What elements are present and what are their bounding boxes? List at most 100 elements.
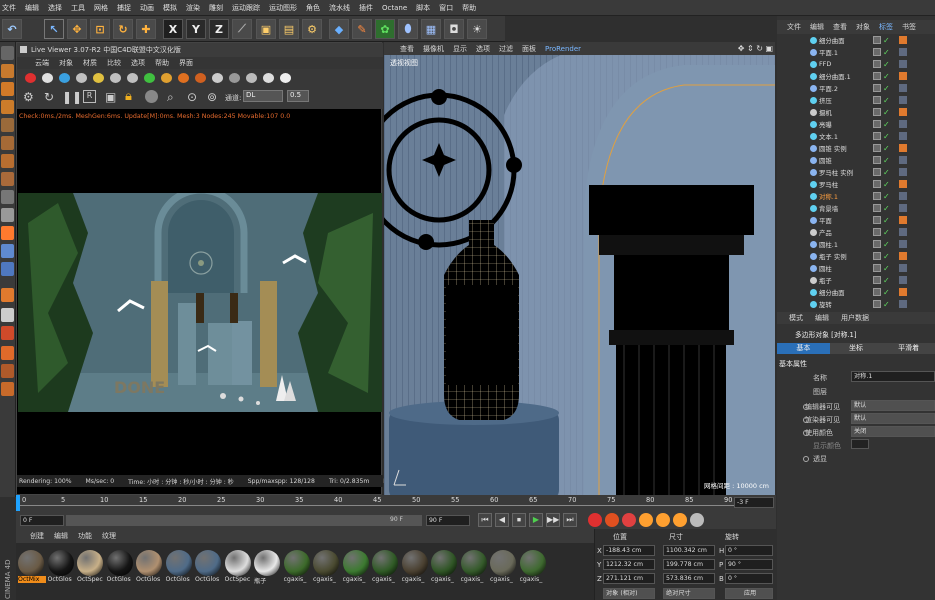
layer-checkbox[interactable] bbox=[873, 240, 881, 248]
material-swatch[interactable] bbox=[460, 550, 487, 576]
layer-checkbox[interactable] bbox=[873, 84, 881, 92]
layer-checkbox[interactable] bbox=[873, 156, 881, 164]
radio-color[interactable] bbox=[803, 430, 809, 436]
visible-check-icon[interactable]: ✓ bbox=[883, 168, 890, 177]
keyframe-button-icon[interactable] bbox=[605, 513, 619, 527]
playback-button-icon[interactable]: ▶▶ bbox=[546, 513, 560, 527]
apply-button[interactable]: 应用 bbox=[725, 588, 773, 599]
region-icon[interactable]: R bbox=[83, 90, 96, 103]
attr-editor-select[interactable]: 默认 bbox=[851, 400, 935, 411]
layer-checkbox[interactable] bbox=[873, 96, 881, 104]
object-row[interactable]: 圆柱.1 ✓ bbox=[777, 238, 935, 250]
layer-checkbox[interactable] bbox=[873, 108, 881, 116]
enable-axis-icon[interactable] bbox=[1, 190, 14, 204]
pick-icon[interactable]: ⌕ bbox=[167, 90, 174, 105]
zoom-field[interactable]: 0.5 bbox=[287, 90, 309, 102]
select-arrow-icon[interactable]: ↖ bbox=[44, 19, 64, 39]
viewport-menu-item[interactable]: 过滤 bbox=[499, 44, 513, 54]
object-row[interactable]: 对称.1 ✓ bbox=[777, 190, 935, 202]
obj-tab[interactable]: 编辑 bbox=[810, 22, 824, 32]
tag-icon[interactable] bbox=[899, 84, 907, 92]
layer-checkbox[interactable] bbox=[873, 228, 881, 236]
menu-item[interactable]: 运动跟踪 bbox=[232, 3, 260, 13]
visible-check-icon[interactable]: ✓ bbox=[883, 228, 890, 237]
grid-icon[interactable] bbox=[1, 244, 14, 258]
sphere-icon[interactable] bbox=[145, 90, 158, 103]
object-row[interactable]: 细分曲面 ✓ bbox=[777, 286, 935, 298]
viewport-menu-item[interactable]: 面板 bbox=[522, 44, 536, 54]
render-picture-icon[interactable]: ▤ bbox=[279, 19, 299, 39]
subdivide-icon[interactable]: ✿ bbox=[375, 19, 395, 39]
menu-item[interactable]: 雕刻 bbox=[209, 3, 223, 13]
tag-icon[interactable] bbox=[899, 96, 907, 104]
size-y-field[interactable]: 199.778 cm bbox=[663, 559, 715, 570]
tag-icon[interactable] bbox=[899, 132, 907, 140]
layer-checkbox[interactable] bbox=[873, 180, 881, 188]
channel-select[interactable]: DL bbox=[243, 90, 283, 102]
menu-item[interactable]: 帮助 bbox=[462, 3, 476, 13]
lock-icon[interactable]: 🔒︎ bbox=[125, 89, 132, 104]
lv-tool-icon[interactable] bbox=[127, 73, 138, 83]
tag-icon[interactable] bbox=[899, 48, 907, 56]
menu-item[interactable]: Octane bbox=[382, 4, 407, 12]
material-swatch[interactable] bbox=[224, 550, 251, 576]
layer-checkbox[interactable] bbox=[873, 60, 881, 68]
menu-item[interactable]: 脚本 bbox=[416, 3, 430, 13]
playback-button-icon[interactable]: ◀ bbox=[495, 513, 509, 527]
playhead[interactable] bbox=[16, 495, 20, 511]
visible-check-icon[interactable]: ✓ bbox=[883, 72, 890, 81]
layer-checkbox[interactable] bbox=[873, 288, 881, 296]
layer-checkbox[interactable] bbox=[873, 216, 881, 224]
perspective-viewport[interactable]: 查看 摄像机 显示 选项 过滤 面板 ProRender ✥ ⇕ ↻ ▣ 透视视… bbox=[384, 42, 775, 495]
workplane-icon[interactable] bbox=[1, 100, 14, 114]
frame-range-slider[interactable] bbox=[66, 515, 422, 526]
visible-check-icon[interactable]: ✓ bbox=[883, 120, 890, 129]
keyframe-button-icon[interactable] bbox=[639, 513, 653, 527]
pen-icon[interactable]: ✎ bbox=[352, 19, 372, 39]
obj-tab[interactable]: 文件 bbox=[787, 22, 801, 32]
keyframe-button-icon[interactable] bbox=[673, 513, 687, 527]
sr-icon[interactable] bbox=[1, 326, 14, 340]
stop-icon[interactable] bbox=[1, 346, 14, 360]
layer-checkbox[interactable] bbox=[873, 276, 881, 284]
layer-checkbox[interactable] bbox=[873, 192, 881, 200]
edges-mode-icon[interactable] bbox=[1, 136, 14, 150]
tag-icon[interactable] bbox=[899, 156, 907, 164]
polygons-mode-icon[interactable] bbox=[1, 154, 14, 168]
material-swatch[interactable] bbox=[401, 550, 428, 576]
radio-render[interactable] bbox=[803, 417, 809, 423]
visible-check-icon[interactable]: ✓ bbox=[883, 96, 890, 105]
light-icon[interactable]: ☀ bbox=[467, 19, 487, 39]
attr-color-select[interactable]: 关闭 bbox=[851, 426, 935, 437]
material-swatch[interactable] bbox=[165, 550, 192, 576]
visible-check-icon[interactable]: ✓ bbox=[883, 192, 890, 201]
tag-icon[interactable] bbox=[899, 180, 907, 188]
object-row[interactable]: FFD ✓ bbox=[777, 58, 935, 70]
playback-button-icon[interactable]: ⏭ bbox=[563, 513, 577, 527]
object-row[interactable]: 圆锥 ✓ bbox=[777, 154, 935, 166]
visible-check-icon[interactable]: ✓ bbox=[883, 60, 890, 69]
lv-tool-icon[interactable] bbox=[110, 73, 121, 83]
lv-tool-icon[interactable] bbox=[25, 73, 36, 83]
pause-icon[interactable]: ❚❚ bbox=[62, 90, 82, 104]
size-mode-select[interactable]: 绝对尺寸 bbox=[663, 588, 715, 599]
menu-item[interactable]: 选择 bbox=[48, 3, 62, 13]
attr-render-select[interactable]: 默认 bbox=[851, 413, 935, 424]
lv-menu-item[interactable]: 帮助 bbox=[155, 58, 169, 68]
visible-check-icon[interactable]: ✓ bbox=[883, 84, 890, 93]
attr-tab[interactable]: 编辑 bbox=[815, 313, 829, 323]
lock-icon[interactable] bbox=[1, 262, 14, 276]
move2-icon[interactable]: ✚ bbox=[136, 19, 156, 39]
tag-icon[interactable] bbox=[899, 168, 907, 176]
lv-menu-item[interactable]: 材质 bbox=[83, 58, 97, 68]
material-swatch[interactable] bbox=[372, 550, 398, 576]
camera-icon[interactable]: ◘ bbox=[444, 19, 464, 39]
lv-tool-icon[interactable] bbox=[280, 73, 291, 83]
menu-item[interactable]: 网格 bbox=[94, 3, 108, 13]
make-editable-icon[interactable] bbox=[1, 46, 14, 60]
location-pin-icon[interactable]: ⊙ bbox=[187, 90, 197, 104]
layer-checkbox[interactable] bbox=[873, 72, 881, 80]
attr-tab[interactable]: 用户数据 bbox=[841, 313, 869, 323]
visible-check-icon[interactable]: ✓ bbox=[883, 132, 890, 141]
visible-check-icon[interactable]: ✓ bbox=[883, 156, 890, 165]
